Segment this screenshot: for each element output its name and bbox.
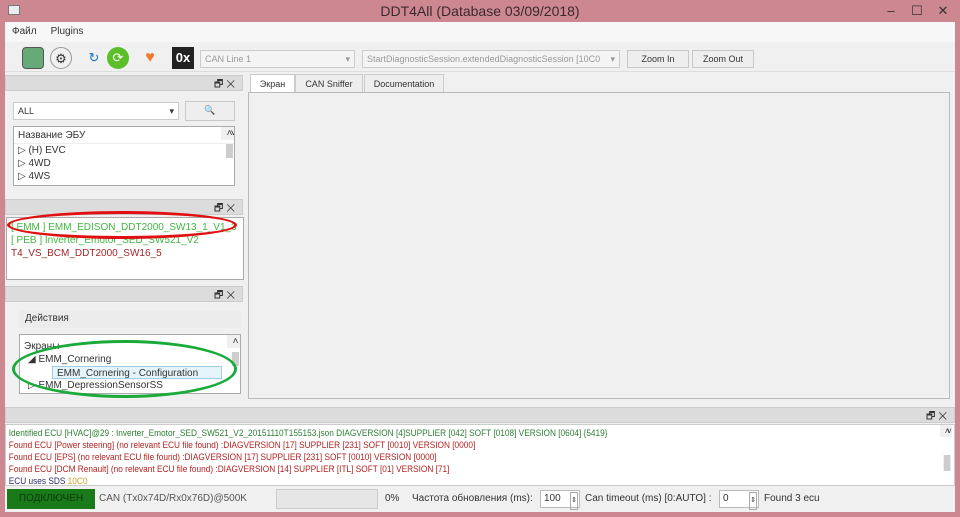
window-title: DDT4All (Database 03/09/2018) [380,3,580,19]
main-window: Файл Plugins ⚙ ↻ ⟳ ♥ 0x CAN Line 1 ▾ Start… [5,22,955,512]
found-ecu-count: Found 3 ecu [764,493,820,504]
green-annotation-ellipse [12,340,237,398]
chevron-down-icon: ▾ [345,54,350,64]
tab-screen[interactable]: Экран [250,74,295,93]
ecu-tree[interactable]: Название ЭБУ ▷ (H) EVC ▷ 4WD ▷ 4WS ˄˅ [13,126,235,186]
search-icon: 🔍 [204,105,216,115]
scrollbar[interactable]: ˄ [227,335,240,366]
tree-item-label: 4WS [28,171,51,182]
app-icon [8,5,20,15]
heart-monitor-icon[interactable]: ♥ [139,47,161,69]
maximize-button[interactable]: ☐ [904,2,930,20]
sds-code: 10C0 [67,476,88,486]
ecu-dock-header: 🗗✕ [5,75,243,91]
reload-icon[interactable]: ⟳ [107,47,129,69]
ecu-filter-select[interactable]: ALL ▾ [13,102,179,120]
close-button[interactable]: ✕ [930,2,956,20]
screen-panel [248,92,950,399]
tab-documentation[interactable]: Documentation [364,74,444,93]
tree-item-label: (H) EVC [28,145,66,156]
log-panel[interactable]: Identified ECU [HVAC]@29 : Inverter_Emot… [5,424,955,486]
tree-item-label: 4WD [28,158,51,169]
timeout-label: Can timeout (ms) [0:AUTO] : [585,493,712,504]
menu-plugins[interactable]: Plugins [44,22,91,42]
can-line-value: CAN Line 1 [205,54,252,64]
scrollbar[interactable]: ˄˅ [221,127,234,158]
log-dock-header: 🗗✕ [5,407,955,423]
minimize-button[interactable]: – [878,2,904,20]
red-annotation-ellipse [7,211,237,239]
tab-can-sniffer[interactable]: CAN Sniffer [295,74,363,93]
log-line: ECU uses SDS 10C0 [6,475,878,487]
can-line-select[interactable]: CAN Line 1 ▾ [200,50,355,68]
timeout-value: 0 [723,493,729,504]
tree-item[interactable]: ▷ 4WD [14,157,234,170]
session-select[interactable]: StartDiagnosticSession.extendedDiagnosti… [362,50,620,68]
monitor-icon[interactable] [22,47,44,69]
tree-item[interactable]: ▷ 4WS [14,170,234,183]
log-line: Identified ECU [HVAC]@29 : Inverter_Emot… [8,428,608,438]
float-close-icons[interactable]: 🗗✕ [214,288,238,305]
sds-text: ECU uses SDS [8,476,66,486]
timeout-spinbox[interactable]: 0 ⇕ [719,490,759,510]
spin-arrows-icon[interactable]: ⇕ [749,492,757,510]
refresh-label: Частота обновления (ms): [412,493,533,504]
tree-item[interactable]: ▷ (H) EVC [14,144,234,157]
actions-label[interactable]: Действия [19,310,241,328]
refresh-rate-spinbox[interactable]: 100 ⇕ [540,490,580,510]
filter-value: ALL [18,106,35,116]
log-line: Found ECU [EPS] (no relevant ECU file fo… [8,452,437,462]
session-value: StartDiagnosticSession.extendedDiagnosti… [367,54,601,64]
chevron-down-icon: ▾ [169,106,174,116]
log-line: Found ECU [Power steering] (no relevant … [8,440,476,450]
connection-status: ПОДКЛЮЧЕН [7,489,95,509]
menu-file[interactable]: Файл [5,22,44,42]
float-close-icons[interactable]: 🗗✕ [214,77,238,94]
menu-bar: Файл Plugins [5,22,955,42]
hex-icon[interactable]: 0x [172,47,194,69]
float-close-icons[interactable]: 🗗✕ [214,201,238,218]
gear-icon[interactable]: ⚙ [50,47,72,69]
can-info: CAN (Tx0x74D/Rx0x76D)@500K [99,493,247,504]
scrollbar[interactable]: ˄˅ [940,425,952,471]
found-ecu-item[interactable]: T4_VS_BCM_DDT2000_SW16_5 [7,247,243,260]
refresh-value: 100 [544,493,561,504]
ecu-tree-header: Название ЭБУ [14,127,234,144]
screens-dock-header: 🗗✕ [5,286,243,302]
zoom-out-button[interactable]: Zoom Out [692,50,754,68]
chevron-down-icon: ▾ [607,51,615,67]
zoom-in-button[interactable]: Zoom In [627,50,689,68]
progress-bar [276,489,378,509]
search-ecu-button[interactable]: 🔍 [185,101,235,121]
log-line: Found ECU [DCM Renault] (no relevant ECU… [8,464,450,474]
progress-text: 0% [385,493,400,504]
refresh-icon[interactable]: ↻ [83,47,105,69]
spin-arrows-icon[interactable]: ⇕ [570,492,578,510]
